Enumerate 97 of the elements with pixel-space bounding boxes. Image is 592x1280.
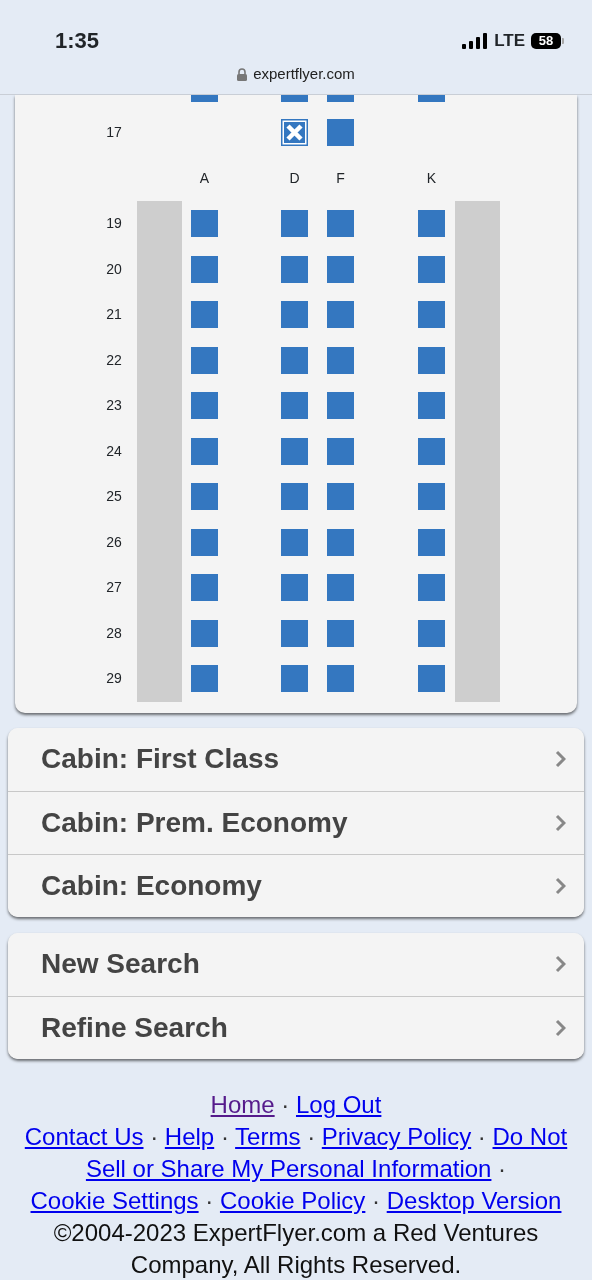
seat[interactable]	[191, 437, 218, 465]
seat[interactable]	[418, 255, 445, 283]
menu-item[interactable]: Cabin: Economy	[8, 853, 584, 917]
copyright-text: ©2004-2023 ExpertFlyer.com a Red Ventures Company, All Rights Reserved.	[52, 1217, 540, 1280]
footer-link[interactable]: Home	[210, 1090, 275, 1118]
seat[interactable]	[191, 574, 218, 602]
row-number: 26	[105, 532, 123, 552]
separator-dot: ·	[372, 1186, 381, 1214]
seat[interactable]	[327, 665, 354, 693]
row-number: 27	[105, 578, 123, 598]
footer-link[interactable]: Help	[164, 1122, 215, 1150]
separator-dot: ·	[220, 1122, 229, 1150]
seat[interactable]	[281, 255, 308, 283]
seat[interactable]	[281, 619, 308, 647]
footer-link[interactable]: Log Out	[296, 1090, 382, 1118]
menu-item[interactable]: Refine Search	[8, 995, 584, 1059]
row-number: 20	[105, 259, 123, 279]
seat[interactable]	[281, 483, 308, 511]
seat[interactable]	[281, 437, 308, 465]
chevron-right-icon	[554, 876, 566, 895]
seat[interactable]	[281, 665, 308, 693]
separator-dot: ·	[307, 1122, 316, 1150]
seat[interactable]	[281, 210, 308, 238]
seat[interactable]	[418, 665, 445, 693]
seat[interactable]	[418, 483, 445, 511]
row-number: 22	[105, 350, 123, 370]
footer-link[interactable]: Desktop Version	[386, 1186, 562, 1214]
seat[interactable]	[191, 392, 218, 420]
footer-link[interactable]: Terms	[235, 1122, 301, 1150]
seat[interactable]	[327, 574, 354, 602]
seat[interactable]	[418, 346, 445, 374]
seat[interactable]	[327, 392, 354, 420]
seat[interactable]	[418, 528, 445, 556]
column-label: F	[335, 168, 346, 188]
menu-item[interactable]: Cabin: First Class	[8, 727, 584, 791]
status-time: 1:35	[55, 27, 100, 55]
column-label: A	[198, 168, 211, 188]
chevron-right-icon	[554, 955, 566, 973]
seat[interactable]	[191, 301, 218, 329]
lock-icon	[237, 67, 248, 81]
separator-dot: ·	[205, 1186, 214, 1214]
footer-link[interactable]: Contact Us	[24, 1122, 144, 1150]
footer-link[interactable]: Sell or Share My Personal Information	[85, 1154, 492, 1182]
row-number: 25	[105, 487, 123, 507]
row-number: 21	[105, 305, 123, 325]
footer-link[interactable]: Cookie Policy	[219, 1186, 366, 1214]
seat[interactable]	[327, 528, 354, 556]
seat[interactable]	[327, 119, 354, 147]
footer-link[interactable]: Cookie Settings	[30, 1186, 199, 1214]
seat[interactable]	[327, 619, 354, 647]
separator-dot: ·	[477, 1122, 486, 1150]
url-text: expertflyer.com	[253, 64, 355, 84]
seat[interactable]	[418, 574, 445, 602]
network-label: LTE	[494, 30, 525, 52]
separator-dot: ·	[498, 1154, 507, 1182]
seat[interactable]	[191, 483, 218, 511]
footer-link[interactable]: Do Not	[492, 1122, 568, 1150]
column-label: K	[425, 168, 438, 188]
battery-icon: 58	[531, 32, 561, 49]
seat[interactable]	[191, 255, 218, 283]
seat[interactable]	[327, 346, 354, 374]
seat[interactable]	[281, 301, 308, 329]
seat[interactable]	[418, 619, 445, 647]
row-number: 17	[105, 123, 123, 143]
menu-item[interactable]: Cabin: Prem. Economy	[8, 790, 584, 854]
seat[interactable]	[327, 255, 354, 283]
seat[interactable]	[327, 437, 354, 465]
footer-link[interactable]: Privacy Policy	[321, 1122, 472, 1150]
seat[interactable]	[281, 346, 308, 374]
chevron-right-icon	[554, 1018, 566, 1037]
seat[interactable]	[418, 392, 445, 420]
chevron-right-icon	[554, 813, 566, 832]
row-number: 23	[105, 396, 123, 416]
seat[interactable]	[327, 483, 354, 511]
seat[interactable]	[191, 665, 218, 693]
seat[interactable]	[281, 392, 308, 420]
seat[interactable]	[418, 437, 445, 465]
seat[interactable]	[327, 210, 354, 238]
signal-icon	[462, 32, 489, 49]
menu-item[interactable]: New Search	[8, 932, 584, 996]
seat[interactable]	[281, 574, 308, 602]
seat[interactable]	[281, 528, 308, 556]
row-number: 28	[105, 623, 123, 643]
row-number: 29	[105, 669, 123, 689]
seat[interactable]	[418, 301, 445, 329]
chevron-right-icon	[554, 750, 566, 768]
seat[interactable]	[418, 210, 445, 238]
row-number: 24	[105, 441, 123, 461]
column-label: D	[288, 168, 301, 188]
seat[interactable]	[327, 301, 354, 329]
seat[interactable]	[191, 619, 218, 647]
row-number: 19	[105, 214, 123, 234]
seat[interactable]	[191, 528, 218, 556]
seat[interactable]	[191, 346, 218, 374]
seat[interactable]	[191, 210, 218, 238]
separator-dot: ·	[281, 1090, 290, 1118]
separator-dot: ·	[150, 1122, 159, 1150]
